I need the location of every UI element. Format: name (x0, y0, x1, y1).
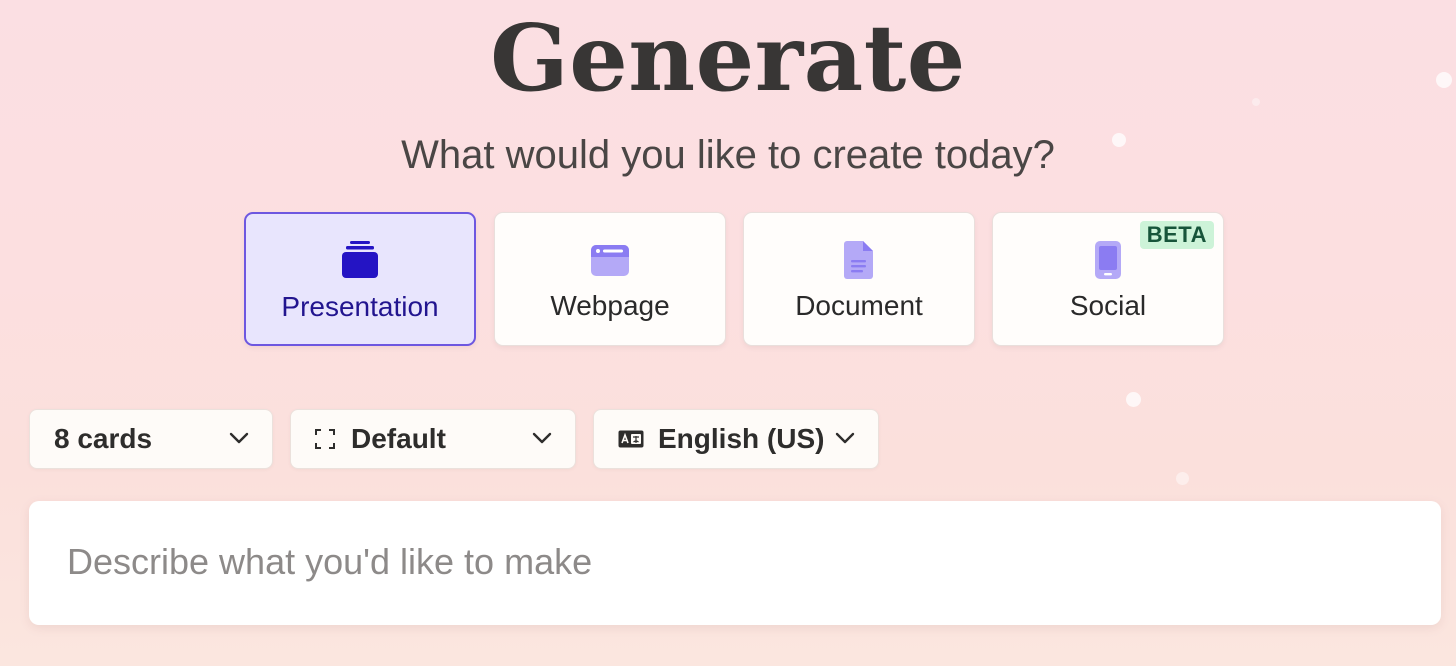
document-icon (835, 238, 883, 282)
prompt-input[interactable] (67, 537, 1407, 587)
chevron-down-icon (532, 432, 552, 444)
card-count-dropdown[interactable]: 8 cards (29, 409, 273, 469)
type-card-document[interactable]: Document (743, 212, 975, 346)
language-dropdown[interactable]: English (US) (593, 409, 879, 469)
type-card-presentation[interactable]: Presentation (244, 212, 476, 346)
browser-window-icon (586, 238, 634, 282)
chevron-down-icon (229, 432, 249, 444)
type-card-label: Presentation (281, 291, 439, 322)
type-card-label: Social (1069, 290, 1147, 321)
type-card-social[interactable]: BETA Social (992, 212, 1224, 346)
language-icon (618, 430, 644, 448)
theme-value: Default (351, 423, 446, 454)
prompt-box (29, 501, 1441, 625)
card-count-value: 8 cards (54, 423, 153, 454)
beta-badge: BETA (1139, 221, 1214, 249)
phone-icon (1084, 238, 1132, 282)
page-subtitle: What would you like to create today? (401, 133, 1055, 177)
stacked-cards-icon (336, 239, 384, 283)
page-title: Generate (490, 4, 966, 112)
type-card-label: Document (795, 290, 923, 321)
chevron-down-icon (835, 432, 855, 444)
theme-dropdown[interactable]: Default (290, 409, 576, 469)
background-dot (1176, 472, 1189, 485)
type-card-webpage[interactable]: Webpage (494, 212, 726, 346)
language-value: English (US) (658, 423, 825, 454)
type-card-label: Webpage (550, 290, 670, 321)
frame-brackets-icon (315, 429, 335, 449)
background-dot (1126, 392, 1141, 407)
